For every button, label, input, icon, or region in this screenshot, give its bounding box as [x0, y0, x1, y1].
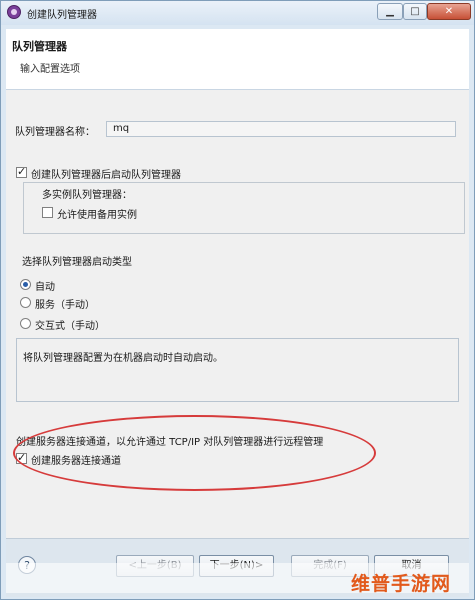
- wizard-header: 队列管理器 输入配置选项: [6, 29, 469, 90]
- minimize-button[interactable]: ▁: [377, 3, 403, 20]
- window-title: 创建队列管理器: [27, 10, 97, 21]
- page-title: 队列管理器: [12, 40, 67, 53]
- wizard-content: 队列管理器名称： mq 创建队列管理器后启动队列管理器 多实例队列管理器： 允许…: [6, 90, 469, 538]
- description-text: 将队列管理器配置为在机器启动时自动启动。: [23, 353, 223, 364]
- startup-service-radio[interactable]: [20, 297, 31, 308]
- startup-interactive-label[interactable]: 交互式（手动）: [35, 317, 105, 332]
- startup-auto-label[interactable]: 自动: [35, 278, 55, 293]
- allow-standby-label[interactable]: 允许使用备用实例: [57, 206, 137, 221]
- description-box: 将队列管理器配置为在机器启动时自动启动。: [16, 338, 459, 402]
- qm-name-label: 队列管理器名称：: [15, 127, 95, 138]
- startup-interactive-radio[interactable]: [20, 318, 31, 329]
- start-after-create-checkbox[interactable]: [16, 165, 27, 178]
- maximize-button[interactable]: □: [403, 3, 427, 20]
- allow-standby-checkbox[interactable]: [42, 207, 53, 218]
- start-after-create-label[interactable]: 创建队列管理器后启动队列管理器: [31, 166, 181, 181]
- close-button[interactable]: ✕: [427, 3, 471, 20]
- startup-type-heading: 选择队列管理器启动类型: [22, 257, 132, 268]
- startup-auto-radio[interactable]: [20, 279, 31, 290]
- qm-name-field[interactable]: mq: [106, 121, 456, 137]
- watermark: 维普手游网: [351, 573, 452, 595]
- title-bar[interactable]: 创建队列管理器 ▁ □ ✕: [1, 1, 474, 25]
- startup-service-label[interactable]: 服务（手动）: [35, 296, 95, 311]
- page-subtitle: 输入配置选项: [20, 64, 80, 75]
- highlight-ellipse: [13, 415, 376, 491]
- wizard-window: 创建队列管理器 ▁ □ ✕ 队列管理器 输入配置选项 队列管理器名称： mq 创…: [0, 0, 475, 600]
- app-icon: [7, 5, 21, 19]
